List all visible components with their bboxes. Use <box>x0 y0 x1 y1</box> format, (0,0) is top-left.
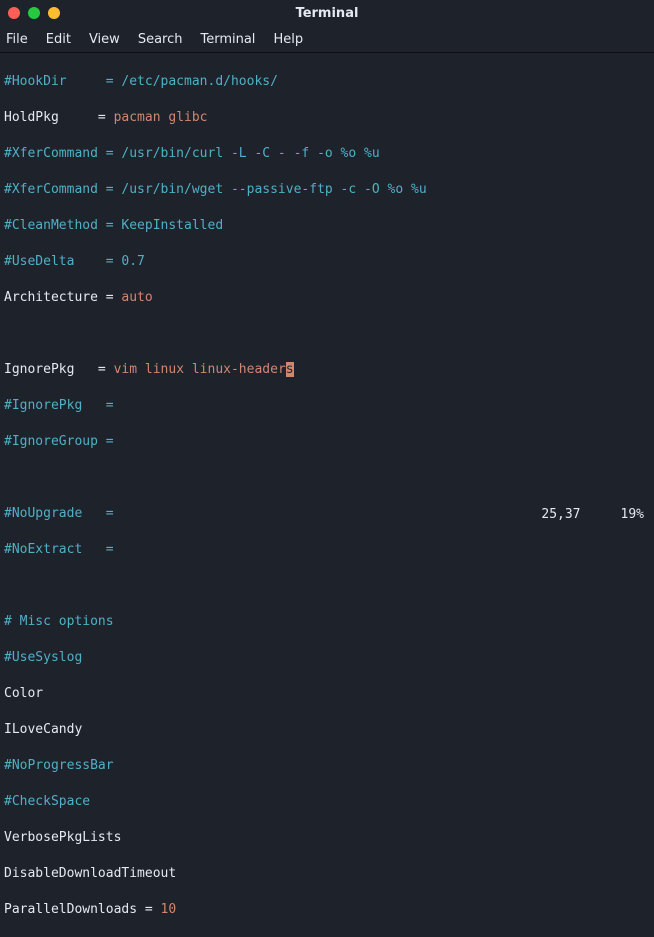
config-key: VerbosePkgLists <box>4 830 121 845</box>
config-value: pacman glibc <box>114 110 208 125</box>
code-line: DisableDownloadTimeout <box>4 865 650 883</box>
code-line: #IgnorePkg = <box>4 397 650 415</box>
comment-text: # Misc options <box>4 614 114 629</box>
menu-search[interactable]: Search <box>138 32 183 47</box>
comment-text: #IgnoreGroup = <box>4 434 114 449</box>
menu-terminal[interactable]: Terminal <box>200 32 255 47</box>
blank-line <box>4 577 650 595</box>
code-line: VerbosePkgLists <box>4 829 650 847</box>
code-line: #UseDelta = 0.7 <box>4 253 650 271</box>
editor-area[interactable]: #HookDir = /etc/pacman.d/hooks/ HoldPkg … <box>0 53 654 937</box>
close-icon[interactable] <box>8 7 20 19</box>
blank-line <box>4 469 650 487</box>
code-line: Architecture = auto <box>4 289 650 307</box>
comment-text: #CheckSpace <box>4 794 90 809</box>
blank-line <box>4 325 650 343</box>
config-key: Color <box>4 686 43 701</box>
code-line: IgnorePkg = vim linux linux-headers <box>4 361 650 379</box>
statusbar: 25,37 19% <box>0 505 654 523</box>
code-line: #CleanMethod = KeepInstalled <box>4 217 650 235</box>
cursor-position: 25,37 <box>541 507 580 522</box>
code-line: #UseSyslog <box>4 649 650 667</box>
comment-text: #UseSyslog <box>4 650 82 665</box>
comment-text: #IgnorePkg = <box>4 398 114 413</box>
config-key: ParallelDownloads = <box>4 902 161 917</box>
menu-view[interactable]: View <box>89 32 120 47</box>
menubar: File Edit View Search Terminal Help <box>0 26 654 53</box>
config-key: Architecture = <box>4 290 121 305</box>
menu-help[interactable]: Help <box>273 32 303 47</box>
traffic-lights <box>8 7 60 19</box>
code-line: #IgnoreGroup = <box>4 433 650 451</box>
config-value: vim linux linux-header <box>114 362 286 377</box>
comment-text: #NoExtract = <box>4 542 114 557</box>
config-key: HoldPkg = <box>4 110 114 125</box>
cursor: s <box>286 362 294 377</box>
comment-text: #NoProgressBar <box>4 758 114 773</box>
maximize-icon[interactable] <box>48 7 60 19</box>
config-value: 10 <box>161 902 177 917</box>
code-line: #HookDir = /etc/pacman.d/hooks/ <box>4 73 650 91</box>
code-line: ParallelDownloads = 10 <box>4 901 650 919</box>
scroll-percent: 19% <box>621 507 644 522</box>
config-key: ILoveCandy <box>4 722 82 737</box>
code-line: #CheckSpace <box>4 793 650 811</box>
config-value: auto <box>121 290 152 305</box>
code-line: Color <box>4 685 650 703</box>
code-line: # Misc options <box>4 613 650 631</box>
window-title: Terminal <box>0 6 654 21</box>
config-key: DisableDownloadTimeout <box>4 866 176 881</box>
code-line: #XferCommand = /usr/bin/wget --passive-f… <box>4 181 650 199</box>
comment-text: #XferCommand = /usr/bin/curl -L -C - -f … <box>4 146 380 161</box>
titlebar: Terminal <box>0 0 654 26</box>
code-line: #NoExtract = <box>4 541 650 559</box>
comment-text: #UseDelta = 0.7 <box>4 254 145 269</box>
code-line: #NoProgressBar <box>4 757 650 775</box>
minimize-icon[interactable] <box>28 7 40 19</box>
code-line: ILoveCandy <box>4 721 650 739</box>
code-line: HoldPkg = pacman glibc <box>4 109 650 127</box>
comment-text: #XferCommand = /usr/bin/wget --passive-f… <box>4 182 427 197</box>
menu-edit[interactable]: Edit <box>46 32 71 47</box>
config-key: IgnorePkg = <box>4 362 114 377</box>
comment-text: #CleanMethod = KeepInstalled <box>4 218 223 233</box>
menu-file[interactable]: File <box>6 32 28 47</box>
comment-text: #HookDir = /etc/pacman.d/hooks/ <box>4 74 278 89</box>
code-line: #XferCommand = /usr/bin/curl -L -C - -f … <box>4 145 650 163</box>
